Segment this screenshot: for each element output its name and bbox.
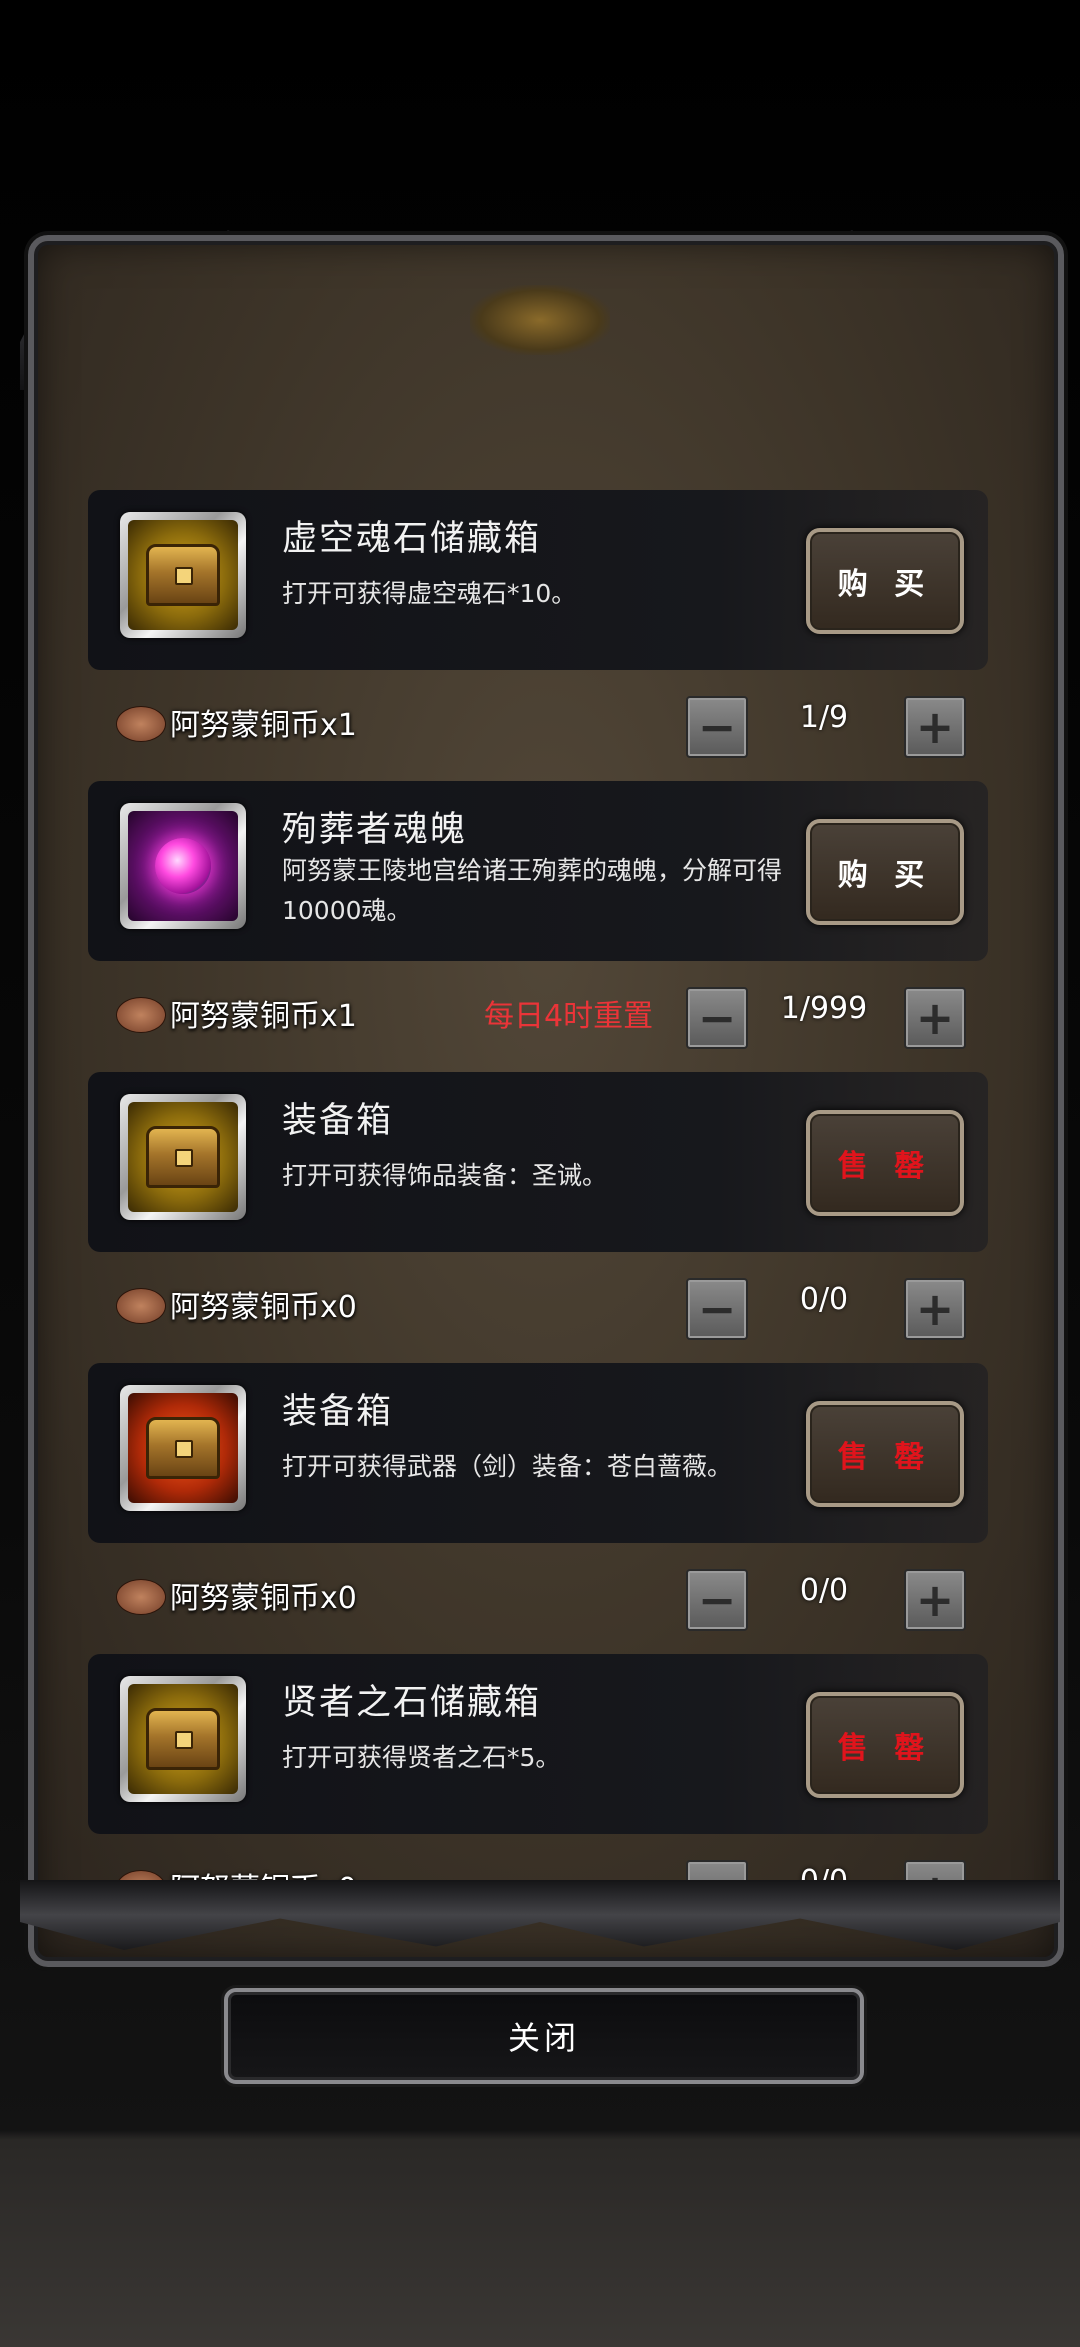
copper-coin-icon	[116, 1288, 166, 1324]
decrease-quantity-button[interactable]: −	[686, 696, 748, 758]
item-icon-frame[interactable]	[120, 1676, 246, 1802]
item-title: 装备箱	[282, 1392, 394, 1432]
gold-chest-icon	[128, 1102, 238, 1212]
increase-quantity-button[interactable]: +	[904, 1569, 966, 1631]
buy-button[interactable]: 购 买	[806, 528, 964, 634]
cost-row: 阿努蒙铜币x0 − 0/0 +	[88, 1850, 988, 1885]
copper-coin-icon	[116, 706, 166, 742]
cost-text: 阿努蒙铜币x0	[170, 1581, 357, 1616]
item-title: 装备箱	[282, 1101, 394, 1141]
red-chest-icon	[128, 1393, 238, 1503]
decrease-quantity-button[interactable]: −	[686, 1278, 748, 1340]
item-icon-frame[interactable]	[120, 803, 246, 929]
cost-row: 阿努蒙铜币x0 − 0/0 +	[88, 1268, 988, 1340]
quantity-display: 1/9	[799, 700, 849, 735]
buy-button[interactable]: 购 买	[806, 819, 964, 925]
item-card: 虚空魂石储藏箱 打开可获得虚空魂石*10。 购 买	[88, 490, 988, 670]
gold-chest-icon	[128, 520, 238, 630]
frame-crest	[470, 285, 610, 355]
cost-row: 阿努蒙铜币x1 − 1/9 +	[88, 686, 988, 758]
purple-soul-orb-icon	[128, 811, 238, 921]
shop-item: 殉葬者魂魄 阿努蒙王陵地宫给诸王殉葬的魂魄，分解可得10000魂。 购 买 阿努…	[88, 781, 988, 1072]
decrease-quantity-button[interactable]: −	[686, 987, 748, 1049]
increase-quantity-button[interactable]: +	[904, 696, 966, 758]
item-description: 打开可获得虚空魂石*10。	[282, 579, 577, 608]
item-icon-frame[interactable]	[120, 512, 246, 638]
daily-reset-note: 每日4时重置	[484, 999, 654, 1034]
shop-item: 虚空魂石储藏箱 打开可获得虚空魂石*10。 购 买 阿努蒙铜币x1 − 1/9 …	[88, 490, 988, 781]
item-description: 打开可获得饰品装备：圣诫。	[282, 1161, 608, 1190]
item-description: 阿努蒙王陵地宫给诸王殉葬的魂魄，分解可得10000魂。	[282, 856, 783, 925]
gold-chest-icon	[128, 1684, 238, 1794]
shop-item: 贤者之石储藏箱 打开可获得贤者之石*5。 售 罄 阿努蒙铜币x0 − 0/0 +	[88, 1654, 988, 1885]
item-description: 打开可获得武器（剑）装备：苍白蔷薇。	[282, 1452, 733, 1481]
cost-row: 阿努蒙铜币x0 − 0/0 +	[88, 1559, 988, 1631]
item-title: 贤者之石储藏箱	[282, 1683, 542, 1723]
item-card: 贤者之石储藏箱 打开可获得贤者之石*5。 售 罄	[88, 1654, 988, 1834]
item-card: 装备箱 打开可获得武器（剑）装备：苍白蔷薇。 售 罄	[88, 1363, 988, 1543]
cost-text: 阿努蒙铜币x1	[170, 999, 357, 1034]
item-title: 虚空魂石储藏箱	[282, 519, 542, 559]
shop-item-list[interactable]: 虚空魂石储藏箱 打开可获得虚空魂石*10。 购 买 阿努蒙铜币x1 − 1/9 …	[88, 490, 988, 1885]
item-card: 装备箱 打开可获得饰品装备：圣诫。 售 罄	[88, 1072, 988, 1252]
sold-out-button[interactable]: 售 罄	[806, 1401, 964, 1507]
sold-out-button[interactable]: 售 罄	[806, 1692, 964, 1798]
copper-coin-icon	[116, 997, 166, 1033]
cost-text: 阿努蒙铜币x1	[170, 708, 357, 743]
shop-item: 装备箱 打开可获得武器（剑）装备：苍白蔷薇。 售 罄 阿努蒙铜币x0 − 0/0…	[88, 1363, 988, 1654]
decrease-quantity-button[interactable]: −	[686, 1569, 748, 1631]
item-icon-frame[interactable]	[120, 1094, 246, 1220]
quantity-display: 1/999	[780, 991, 868, 1026]
item-title: 殉葬者魂魄	[282, 810, 468, 850]
cost-row: 阿努蒙铜币x1 每日4时重置 − 1/999 +	[88, 977, 988, 1049]
shop-item: 装备箱 打开可获得饰品装备：圣诫。 售 罄 阿努蒙铜币x0 − 0/0 +	[88, 1072, 988, 1363]
quantity-display: 0/0	[799, 1282, 849, 1317]
item-description: 打开可获得贤者之石*5。	[282, 1743, 561, 1772]
sold-out-button[interactable]: 售 罄	[806, 1110, 964, 1216]
increase-quantity-button[interactable]: +	[904, 1278, 966, 1340]
item-card: 殉葬者魂魄 阿努蒙王陵地宫给诸王殉葬的魂魄，分解可得10000魂。 购 买	[88, 781, 988, 961]
quantity-display: 0/0	[799, 1573, 849, 1608]
close-button[interactable]: 关闭	[224, 1988, 864, 2084]
item-icon-frame[interactable]	[120, 1385, 246, 1511]
cost-text: 阿努蒙铜币x0	[170, 1290, 357, 1325]
increase-quantity-button[interactable]: +	[904, 987, 966, 1049]
copper-coin-icon	[116, 1579, 166, 1615]
